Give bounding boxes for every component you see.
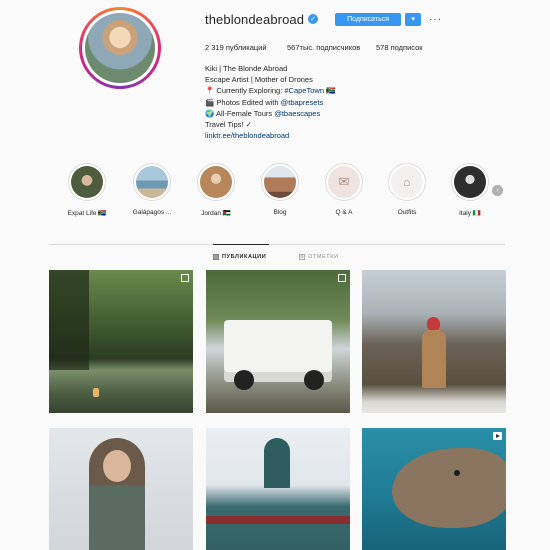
story-highlights: Expat Life 🇿🇦 Galápagos ... Jordan 🇯🇴 Bl… [60, 163, 500, 223]
video-icon [493, 432, 502, 440]
hat-shape [427, 317, 440, 330]
mention-link[interactable]: @tbapresets [281, 98, 324, 107]
eye-shape [454, 470, 460, 476]
wheel-shape [234, 370, 254, 390]
highlight-expat-life[interactable]: Expat Life 🇿🇦 [62, 163, 112, 217]
profile-tabs: ПУБЛИКАЦИИ ОТМЕТКИ [213, 254, 339, 260]
post-thumbnail[interactable] [362, 270, 506, 413]
post-thumbnail[interactable] [49, 270, 193, 413]
highlight-cover [71, 166, 103, 198]
bio-line: Travel Tips! ✓ [205, 120, 252, 130]
person-shape [422, 330, 446, 388]
bio-line: 🌍 All-Female Tours @tbaescapes [205, 108, 505, 119]
bio-link[interactable]: linktr.ee/theblondeabroad [205, 130, 505, 141]
tab-posts[interactable]: ПУБЛИКАЦИИ [213, 254, 299, 260]
active-tab-indicator [213, 244, 269, 245]
bio-line: 📍 Currently Exploring: #CapeTown 🇿🇦 [205, 85, 505, 96]
highlight-ring [261, 163, 299, 201]
bio-line: 🎬 Photos Edited with @tbapresets [205, 97, 505, 108]
tab-tagged[interactable]: ОТМЕТКИ [299, 254, 339, 260]
highlight-label: Jordan 🇯🇴 [201, 210, 231, 217]
highlight-outfits[interactable]: ⌂ Outfits [382, 163, 432, 216]
verified-badge-icon: ✓ [308, 14, 319, 24]
highlight-ring [133, 163, 171, 201]
highlight-label: Italy 🇮🇹 [459, 210, 481, 217]
highlight-cover [264, 166, 296, 198]
bio-text: 🎬 Photos Edited with [205, 97, 281, 107]
avatar-image [85, 13, 155, 83]
tabs-divider [49, 244, 505, 245]
highlight-ring: ✉ [325, 163, 363, 201]
profile-stats: 2 319 публикаций 567тыс. подписчиков 578… [205, 42, 505, 52]
hashtag-link[interactable]: #CapeTown [284, 86, 324, 95]
post-thumbnail[interactable] [206, 270, 350, 413]
post-thumbnail[interactable] [49, 428, 193, 550]
highlight-ring [197, 163, 235, 201]
highlight-ring [68, 163, 106, 201]
highlight-label: Outfits [397, 209, 417, 216]
multiple-photos-icon [338, 274, 346, 282]
profile-avatar[interactable] [79, 7, 161, 89]
multiple-photos-icon [181, 274, 189, 282]
bio-text: 📍 Currently Exploring: [205, 86, 285, 96]
tab-label: ПУБЛИКАЦИИ [222, 254, 267, 260]
username: theblondeabroad [205, 11, 305, 27]
tree-shape [49, 270, 89, 370]
follow-button[interactable]: Подписаться [335, 12, 402, 26]
tag-icon [299, 254, 305, 260]
chevron-right-icon[interactable]: › [492, 185, 503, 196]
grid-icon [213, 254, 219, 260]
sign-shape [206, 516, 350, 524]
bio-line: Escape Artist | Mother of Drones [205, 75, 313, 85]
chevron-down-icon[interactable]: ▾ [405, 12, 422, 26]
highlight-ring: ⌂ [388, 163, 426, 201]
highlight-cover [136, 166, 168, 198]
highlight-italy[interactable]: Italy 🇮🇹 [445, 163, 495, 217]
highlight-label: Galápagos ... [132, 209, 172, 216]
profile-bio: Kiki | The Blonde Abroad Escape Artist |… [205, 63, 505, 141]
profile-header: theblondeabroad ✓ Подписаться ▾ ··· 2 31… [205, 10, 505, 141]
bio-name: Kiki | The Blonde Abroad [205, 64, 288, 73]
bio-text: 🌍 All-Female Tours [205, 108, 275, 118]
mention-link[interactable]: @tbaescapes [274, 109, 320, 118]
highlight-ring [451, 163, 489, 201]
suitcase-icon: ⌂ [391, 166, 423, 198]
followers-count[interactable]: 567тыс. подписчиков [287, 43, 376, 52]
highlight-cover [454, 166, 486, 198]
more-options-icon[interactable]: ··· [429, 14, 442, 25]
mail-icon: ✉ [328, 166, 360, 198]
flag-text: 🇿🇦 [323, 86, 336, 96]
avatar-border [82, 10, 158, 86]
tab-label: ОТМЕТКИ [308, 254, 339, 260]
post-thumbnail[interactable] [206, 428, 350, 550]
face-shape [103, 450, 131, 482]
highlight-galapagos[interactable]: Galápagos ... [127, 163, 177, 216]
posts-count: 2 319 публикаций [205, 42, 267, 52]
post-thumbnail[interactable] [362, 428, 506, 550]
canoe-shape [93, 388, 99, 397]
tower-shape [264, 438, 290, 488]
highlight-jordan[interactable]: Jordan 🇯🇴 [191, 163, 241, 217]
highlight-label: Blog [273, 209, 287, 216]
following-count[interactable]: 578 подписок [376, 43, 423, 52]
highlight-blog[interactable]: Blog [255, 163, 305, 216]
highlight-label: Q & A [335, 209, 353, 216]
wheel-shape [304, 370, 324, 390]
highlight-cover [200, 166, 232, 198]
highlight-label: Expat Life 🇿🇦 [67, 210, 107, 217]
highlight-qa[interactable]: ✉ Q & A [319, 163, 369, 216]
sea-lion-shape [392, 448, 506, 528]
header-top-row: theblondeabroad ✓ Подписаться ▾ ··· [205, 10, 505, 28]
